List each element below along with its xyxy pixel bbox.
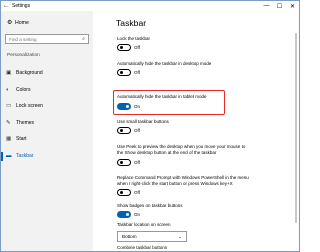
toggle-state: Off <box>134 69 140 75</box>
sidebar-item-label: Colors <box>16 86 31 93</box>
toggle-knob <box>119 46 123 50</box>
toggle-small-buttons[interactable] <box>117 127 131 134</box>
main-content: Taskbar Lock the taskbar Off Automatical… <box>93 11 299 251</box>
picture-icon: ▣ <box>6 70 12 77</box>
sidebar-item-label: Taskbar <box>16 152 34 159</box>
toggle-badges[interactable] <box>117 211 131 218</box>
setting-label-lock-taskbar: Lock the taskbar <box>117 36 151 41</box>
sidebar-item-themes[interactable]: ✎ Themes <box>1 115 93 132</box>
sidebar-item-label: Start <box>16 136 27 143</box>
setting-label-autohide-desktop: Automatically hide the taskbar in deskto… <box>117 61 212 66</box>
setting-label-peek-line2: the Show desktop button at the end of th… <box>117 150 217 155</box>
minimize-button[interactable]: — <box>260 1 273 11</box>
search-box[interactable]: ⌕ <box>5 34 89 44</box>
toggle-row-badges: On <box>117 211 140 218</box>
toggle-peek[interactable] <box>117 159 131 166</box>
toggle-knob <box>119 161 123 165</box>
sidebar-item-background[interactable]: ▣ Background <box>1 65 93 82</box>
toggle-state: Off <box>134 159 140 165</box>
sidebar-item-lock-screen[interactable]: ▭ Lock screen <box>1 98 93 115</box>
search-icon[interactable]: ⌕ <box>82 36 85 42</box>
toggle-powershell[interactable] <box>117 189 131 196</box>
toggle-knob <box>126 105 130 109</box>
toggle-row-lock-taskbar: Off <box>117 44 140 51</box>
home-link[interactable]: ⚙ Home <box>7 19 29 27</box>
setting-label-autohide-tablet: Automatically hide the taskbar in tablet… <box>117 94 207 99</box>
gear-icon: ⚙ <box>7 20 13 26</box>
taskbar-icon: ▬ <box>6 152 12 159</box>
toggle-knob <box>119 191 123 195</box>
toggle-knob <box>119 129 123 133</box>
title-bar: ← Settings — ☐ ✕ <box>1 1 299 11</box>
palette-icon: ◐ <box>6 86 10 93</box>
setting-label-small-buttons: Use small taskbar buttons <box>117 119 169 124</box>
sidebar-item-label: Themes <box>16 119 35 126</box>
maximize-button[interactable]: ☐ <box>273 1 286 11</box>
sidebar-item-taskbar[interactable]: ▬ Taskbar <box>1 148 93 165</box>
location-label: Taskbar location on screen <box>117 222 171 227</box>
toggle-knob <box>126 213 130 217</box>
chevron-down-icon: ⌄ <box>178 233 182 239</box>
toggle-state: On <box>134 103 141 109</box>
brush-icon: ✎ <box>6 119 11 126</box>
toggle-autohide-desktop[interactable] <box>117 69 131 76</box>
toggle-row-autohide-tablet: On <box>117 103 140 110</box>
toggle-row-autohide-desktop: Off <box>117 69 140 76</box>
toggle-state: Off <box>134 189 140 195</box>
toggle-row-peek: Off <box>117 159 140 166</box>
location-dropdown[interactable]: Bottom ⌄ <box>117 231 187 242</box>
combine-label: Combine taskbar buttons <box>117 245 168 250</box>
scrollbar[interactable] <box>295 33 297 223</box>
toggle-knob <box>119 71 123 75</box>
window-title: Settings <box>12 3 31 9</box>
sidebar-item-label: Lock screen <box>16 103 43 110</box>
toggle-autohide-tablet[interactable] <box>117 103 131 110</box>
sidebar-nav: ▣ Background ◐ Colors ▭ Lock screen ✎ Th… <box>1 65 93 164</box>
toggle-state: On <box>134 211 141 217</box>
toggle-row-powershell: Off <box>117 189 140 196</box>
toggle-row-small-buttons: Off <box>117 127 140 134</box>
toggle-lock-taskbar[interactable] <box>117 44 131 51</box>
settings-window: ← Settings — ☐ ✕ ⚙ Home ⌕ Personalizatio… <box>0 0 300 252</box>
back-arrow-icon[interactable]: ← <box>1 1 11 11</box>
sidebar-item-colors[interactable]: ◐ Colors <box>1 82 93 99</box>
page-title: Taskbar <box>116 18 147 28</box>
search-input[interactable] <box>9 36 74 42</box>
sidebar-item-label: Background <box>16 70 43 77</box>
section-label: Personalization <box>7 53 40 58</box>
sidebar: ⚙ Home ⌕ Personalization ▣ Background ◐ … <box>1 11 93 251</box>
toggle-state: Off <box>134 44 140 50</box>
setting-label-powershell-line2: when I right-click the start button or p… <box>117 181 233 186</box>
toggle-state: Off <box>134 127 140 133</box>
sidebar-item-start[interactable]: ▦ Start <box>1 131 93 148</box>
location-value: Bottom <box>122 234 137 239</box>
start-icon: ▦ <box>6 136 12 143</box>
lock-screen-icon: ▭ <box>6 103 12 110</box>
close-button[interactable]: ✕ <box>286 1 299 11</box>
home-label: Home <box>15 19 29 26</box>
setting-label-badges: Show badges on taskbar buttons <box>117 203 183 208</box>
